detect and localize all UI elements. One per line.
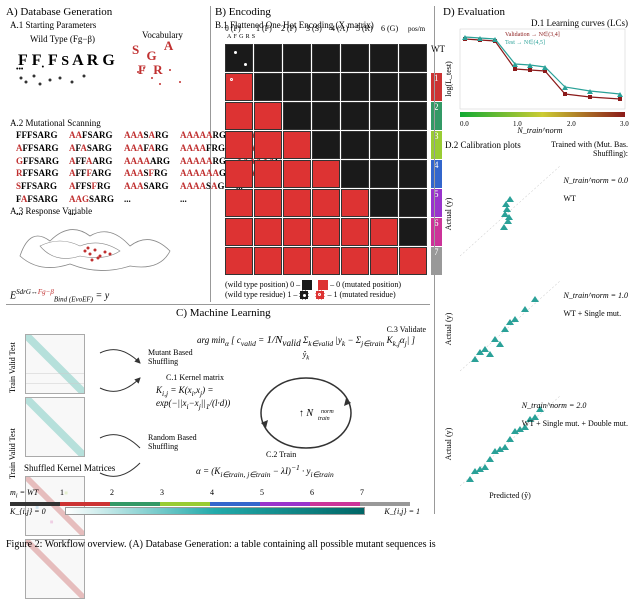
- mut-shuffle-arrows: [95, 343, 145, 393]
- kernel-matrix-mut-2: [25, 397, 85, 457]
- panel-a2: A.2 Mutational Scanning FFFSARGAAFSARGAA…: [10, 118, 210, 220]
- ml-cycle-diagram: ↑ N norm train: [246, 368, 366, 458]
- svg-text:Validation → N∈(3,4]: Validation → N∈(3,4]: [505, 31, 560, 38]
- figure-container: A) Database Generation A.1 Starting Para…: [0, 0, 640, 554]
- kernel-matrices-block: Train Valid Test Mutant Based Shuffling …: [10, 333, 150, 601]
- encoding-row-1: 1: [225, 73, 445, 101]
- c2-eq: α = (Ki∈train, j∈train − λI)−1 · yi∈trai…: [196, 463, 334, 479]
- encoding-row-wt: WT: [225, 44, 445, 72]
- svg-text:train: train: [318, 416, 330, 422]
- wild-type-sequence: F••• F• F S A R G: [18, 52, 115, 71]
- a2-title: A.2 Mutational Scanning: [10, 118, 210, 128]
- a1-title: A.1 Starting Parameters: [10, 20, 210, 30]
- panel-a: A) Database Generation A.1 Starting Para…: [6, 6, 211, 302]
- c1-label: C.1 Kernel matrix: [166, 373, 224, 382]
- wild-type-label: Wild Type (Fg−β): [30, 34, 95, 44]
- svg-text:log(L_test): log(L_test): [445, 61, 453, 97]
- response-equation: ESdrG↔Fg−βBind (EvoEF) = y: [10, 288, 210, 303]
- calib-plot-1: Actual (y) N_train^norm = 0.0WT: [445, 156, 630, 271]
- svg-text:Actual (y): Actual (y): [445, 427, 453, 460]
- residue-letters: AFGRS: [227, 34, 257, 40]
- svg-text:Actual (y): Actual (y): [445, 197, 453, 230]
- encoding-col-headers: θ (F) 1 (F) 2 (F) 3 (S) 4 (A) 5 (R) 6 (G…: [225, 24, 425, 33]
- svg-text:2.0: 2.0: [567, 120, 576, 128]
- c2-label: C.2 Train: [266, 450, 296, 459]
- vocabulary-label: Vocabulary: [142, 30, 183, 40]
- c1-eq: Ki,j = K(xi,xj) = exp(−||xi−xj||1/(l·d)): [156, 385, 266, 411]
- learning-curve-plot: log(L_test) Validation → N∈(3,4] Test → …: [445, 24, 630, 134]
- encoding-grid: WT 1 2 3 4: [225, 44, 445, 276]
- svg-text:Test → N∈(4,5]: Test → N∈(4,5]: [505, 39, 545, 46]
- panel-c: C) Machine Learning Train Valid Test Mut…: [6, 304, 430, 514]
- encoding-row-3: 3: [225, 131, 445, 159]
- d2-title: D.2 Calibration plots: [445, 140, 521, 150]
- c3-label: C.3 Validate: [186, 325, 426, 334]
- kernel-matrix-mut-1: [25, 334, 85, 394]
- ml-equations: C.3 Validate arg minα [ cvalid = 1/Nvali…: [186, 325, 426, 464]
- calib-plot-2: Actual (y) N_train^norm = 1.0WT + Single…: [445, 271, 630, 386]
- encoding-row-7: 7: [225, 247, 445, 275]
- encoding-row-5: 5: [225, 189, 445, 217]
- encoding-row-2: 2: [225, 102, 445, 130]
- svg-text:0.0: 0.0: [460, 120, 469, 128]
- a3-title: A.3 Response Variable: [10, 206, 210, 216]
- panel-d: D) Evaluation D.1 Learning curves (LCs) …: [434, 6, 634, 514]
- calib-plot-3: Actual (y) Predicted (ŷ) N_train^norm = …: [445, 386, 630, 501]
- svg-text:N_train^norm: N_train^norm: [516, 126, 562, 134]
- panel-a-title: A) Database Generation: [6, 6, 210, 18]
- svg-text:Actual (y): Actual (y): [445, 312, 453, 345]
- panel-b: B) Encoding B.1 Flattened One Hot Encodi…: [215, 6, 430, 302]
- svg-text:↑ N: ↑ N: [299, 408, 315, 419]
- figure-caption: Figure 2: Workflow overview. (A) Databas…: [6, 539, 634, 550]
- panel-a1: A.1 Starting Parameters Wild Type (Fg−β)…: [10, 20, 210, 110]
- colorbar: mi = WT 123 4567 K_{i,j} = 0 K_{i,j} = 1: [10, 488, 420, 510]
- panel-b-title: B) Encoding: [215, 6, 430, 18]
- c3-yhat-label: ŷk: [186, 350, 426, 362]
- svg-text:norm: norm: [321, 409, 334, 415]
- panel-c-title: C) Machine Learning: [176, 307, 271, 319]
- c3-argmin-eq: arg minα [ cvalid = 1/Nvalid Σk∈valid |y…: [186, 334, 426, 348]
- rand-shuffle-arrows: [95, 428, 145, 478]
- sequence-dots-decoration: [16, 70, 116, 90]
- encoding-legend: (wild type position) 0 – – 0 (mutated po…: [225, 280, 401, 300]
- protein-structure-sketch: [10, 216, 190, 286]
- vocabulary-letters: S G A F R: [130, 40, 175, 80]
- svg-text:Predicted (ŷ): Predicted (ŷ): [489, 491, 531, 500]
- encoding-row-6: 6: [225, 218, 445, 246]
- panel-a3: A.3 Response Variable ESdrG↔Fg−βBind (Ev…: [10, 206, 210, 303]
- svg-text:3.0: 3.0: [620, 120, 629, 128]
- panel-d-title: D) Evaluation: [443, 6, 634, 18]
- encoding-row-4: 4: [225, 160, 445, 188]
